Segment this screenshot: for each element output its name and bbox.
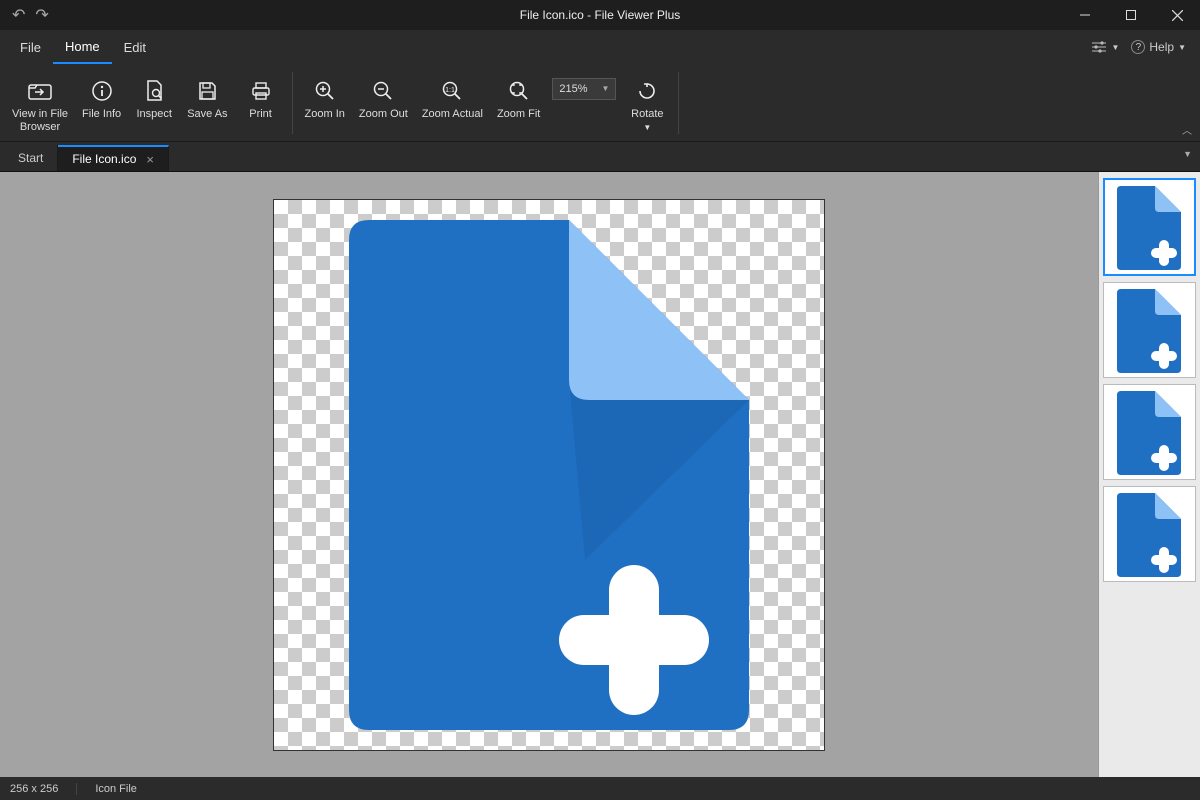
menu-edit[interactable]: Edit: [112, 30, 158, 64]
transparency-grid: [274, 200, 824, 750]
canvas-viewport[interactable]: [0, 172, 1098, 777]
save-as-button[interactable]: Save As: [181, 72, 233, 121]
view-in-file-browser-button[interactable]: View in File Browser: [6, 72, 74, 134]
tab-overflow-button[interactable]: ▼: [1183, 149, 1192, 159]
thumbnail-item[interactable]: [1103, 282, 1196, 378]
document-search-icon: [143, 76, 165, 106]
minimize-button[interactable]: [1062, 0, 1108, 30]
close-tab-button[interactable]: ×: [146, 152, 154, 167]
print-button[interactable]: Print: [236, 72, 286, 121]
zoom-out-icon: [372, 76, 394, 106]
content-area: [0, 172, 1200, 777]
collapse-ribbon-button[interactable]: ︿: [1182, 122, 1192, 137]
ribbon-separator: [292, 72, 293, 134]
zoom-level-select[interactable]: 215% ▼: [552, 78, 616, 100]
tab-start[interactable]: Start: [4, 145, 58, 171]
svg-text:1:1: 1:1: [446, 87, 456, 94]
zoom-actual-icon: 1:1: [441, 76, 463, 106]
folder-arrow-icon: [27, 76, 53, 106]
zoom-in-icon: [314, 76, 336, 106]
rotate-icon: [636, 76, 658, 106]
tab-strip: Start File Icon.ico × ▼: [0, 142, 1200, 172]
ribbon-toolbar: View in File Browser File Info Inspect S…: [0, 64, 1200, 142]
file-plus-icon: [349, 220, 749, 730]
status-bar: 256 x 256 Icon File: [0, 777, 1200, 800]
thumbnail-item[interactable]: [1103, 384, 1196, 480]
zoom-in-button[interactable]: Zoom In: [299, 72, 351, 121]
thumbnail-panel: [1098, 172, 1200, 777]
chevron-down-icon: ▼: [601, 84, 609, 93]
settings-button[interactable]: ▼: [1091, 41, 1119, 53]
inspect-button[interactable]: Inspect: [129, 72, 179, 121]
chevron-down-icon: ▼: [1178, 43, 1186, 52]
zoom-value: 215%: [559, 83, 587, 95]
settings-icon: [1091, 41, 1107, 53]
zoom-out-button[interactable]: Zoom Out: [353, 72, 414, 121]
redo-button[interactable]: ↷: [35, 5, 48, 25]
chevron-down-icon: ▼: [1111, 43, 1119, 52]
thumbnail-item[interactable]: [1103, 486, 1196, 582]
chevron-down-icon: ▼: [643, 123, 651, 132]
title-bar: ↶ ↷ File Icon.ico - File Viewer Plus: [0, 0, 1200, 30]
print-icon: [250, 76, 272, 106]
status-dimensions: 256 x 256: [10, 783, 77, 795]
menu-bar: File Home Edit ▼ ? Help ▼: [0, 30, 1200, 64]
zoom-fit-icon: [508, 76, 530, 106]
help-icon: ?: [1131, 40, 1145, 54]
status-filetype: Icon File: [95, 783, 137, 795]
save-icon: [196, 76, 218, 106]
maximize-button[interactable]: [1108, 0, 1154, 30]
zoom-actual-button[interactable]: 1:1 Zoom Actual: [416, 72, 489, 121]
help-label: Help: [1149, 40, 1174, 54]
file-info-button[interactable]: File Info: [76, 72, 127, 121]
thumbnail-item[interactable]: [1103, 178, 1196, 276]
close-button[interactable]: [1154, 0, 1200, 30]
tab-file-icon[interactable]: File Icon.ico ×: [58, 145, 169, 171]
info-icon: [91, 76, 113, 106]
help-button[interactable]: ? Help ▼: [1131, 40, 1186, 54]
window-title: File Icon.ico - File Viewer Plus: [520, 8, 681, 22]
ribbon-separator: [678, 72, 679, 134]
menu-home[interactable]: Home: [53, 30, 112, 64]
menu-file[interactable]: File: [8, 30, 53, 64]
zoom-fit-button[interactable]: Zoom Fit: [491, 72, 546, 121]
rotate-button[interactable]: Rotate▼: [622, 72, 672, 134]
undo-button[interactable]: ↶: [12, 5, 25, 25]
